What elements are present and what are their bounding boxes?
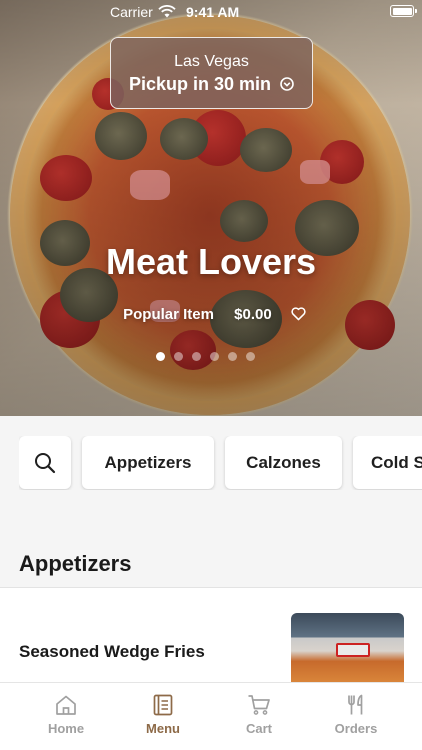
carousel-dot[interactable] xyxy=(174,352,183,361)
tab-orders[interactable]: Orders xyxy=(308,683,404,750)
item-name: Seasoned Wedge Fries xyxy=(19,642,205,661)
featured-title: Meat Lovers xyxy=(105,241,317,282)
tab-label: Cart xyxy=(245,721,272,736)
category-chip-appetizers[interactable]: Appetizers xyxy=(82,436,214,489)
fork-knife-icon xyxy=(348,694,363,715)
search-icon xyxy=(35,452,56,473)
carrier-label: Carrier xyxy=(110,4,153,20)
home-icon xyxy=(56,695,76,715)
carousel-dot[interactable] xyxy=(228,352,237,361)
carousel-dot[interactable] xyxy=(156,352,165,361)
cart-icon xyxy=(248,695,270,715)
menu-icon xyxy=(153,694,173,716)
search-button[interactable] xyxy=(19,436,71,489)
carousel-dots[interactable] xyxy=(156,352,255,361)
item-image xyxy=(291,613,404,682)
location-city: Las Vegas xyxy=(174,53,249,70)
tab-label: Menu xyxy=(146,721,180,736)
featured-meta: Popular Item $0.00 xyxy=(0,305,422,323)
tab-home[interactable]: Home xyxy=(18,683,114,750)
location-selector[interactable]: Las Vegas Pickup in 30 min xyxy=(110,37,313,109)
chevron-down-icon xyxy=(280,77,294,91)
clock: 9:41 AM xyxy=(186,4,240,20)
tab-label: Orders xyxy=(334,721,378,736)
featured-price: $0.00 xyxy=(234,306,272,323)
tab-bar: Home Menu Cart Orders xyxy=(0,682,422,750)
carousel-dot[interactable] xyxy=(192,352,201,361)
category-chip-calzones[interactable]: Calzones xyxy=(225,436,342,489)
tab-cart[interactable]: Cart xyxy=(211,683,307,750)
pickup-time: Pickup in 30 min xyxy=(111,74,312,95)
tab-menu[interactable]: Menu xyxy=(115,683,211,750)
category-chip-cold-subs[interactable]: Cold S xyxy=(353,436,422,489)
tab-label: Home xyxy=(47,721,85,736)
heart-icon[interactable] xyxy=(290,305,307,322)
popular-tag: Popular Item xyxy=(123,306,214,323)
carousel-dot[interactable] xyxy=(210,352,219,361)
status-bar: Carrier 9:41 AM xyxy=(0,0,422,24)
carousel-dot[interactable] xyxy=(246,352,255,361)
category-row[interactable]: Appetizers Calzones Cold S xyxy=(19,436,422,490)
list-item[interactable]: Seasoned Wedge Fries xyxy=(0,588,422,682)
section-title: Appetizers xyxy=(19,551,132,576)
battery-icon xyxy=(390,5,414,17)
wifi-icon xyxy=(158,5,176,18)
